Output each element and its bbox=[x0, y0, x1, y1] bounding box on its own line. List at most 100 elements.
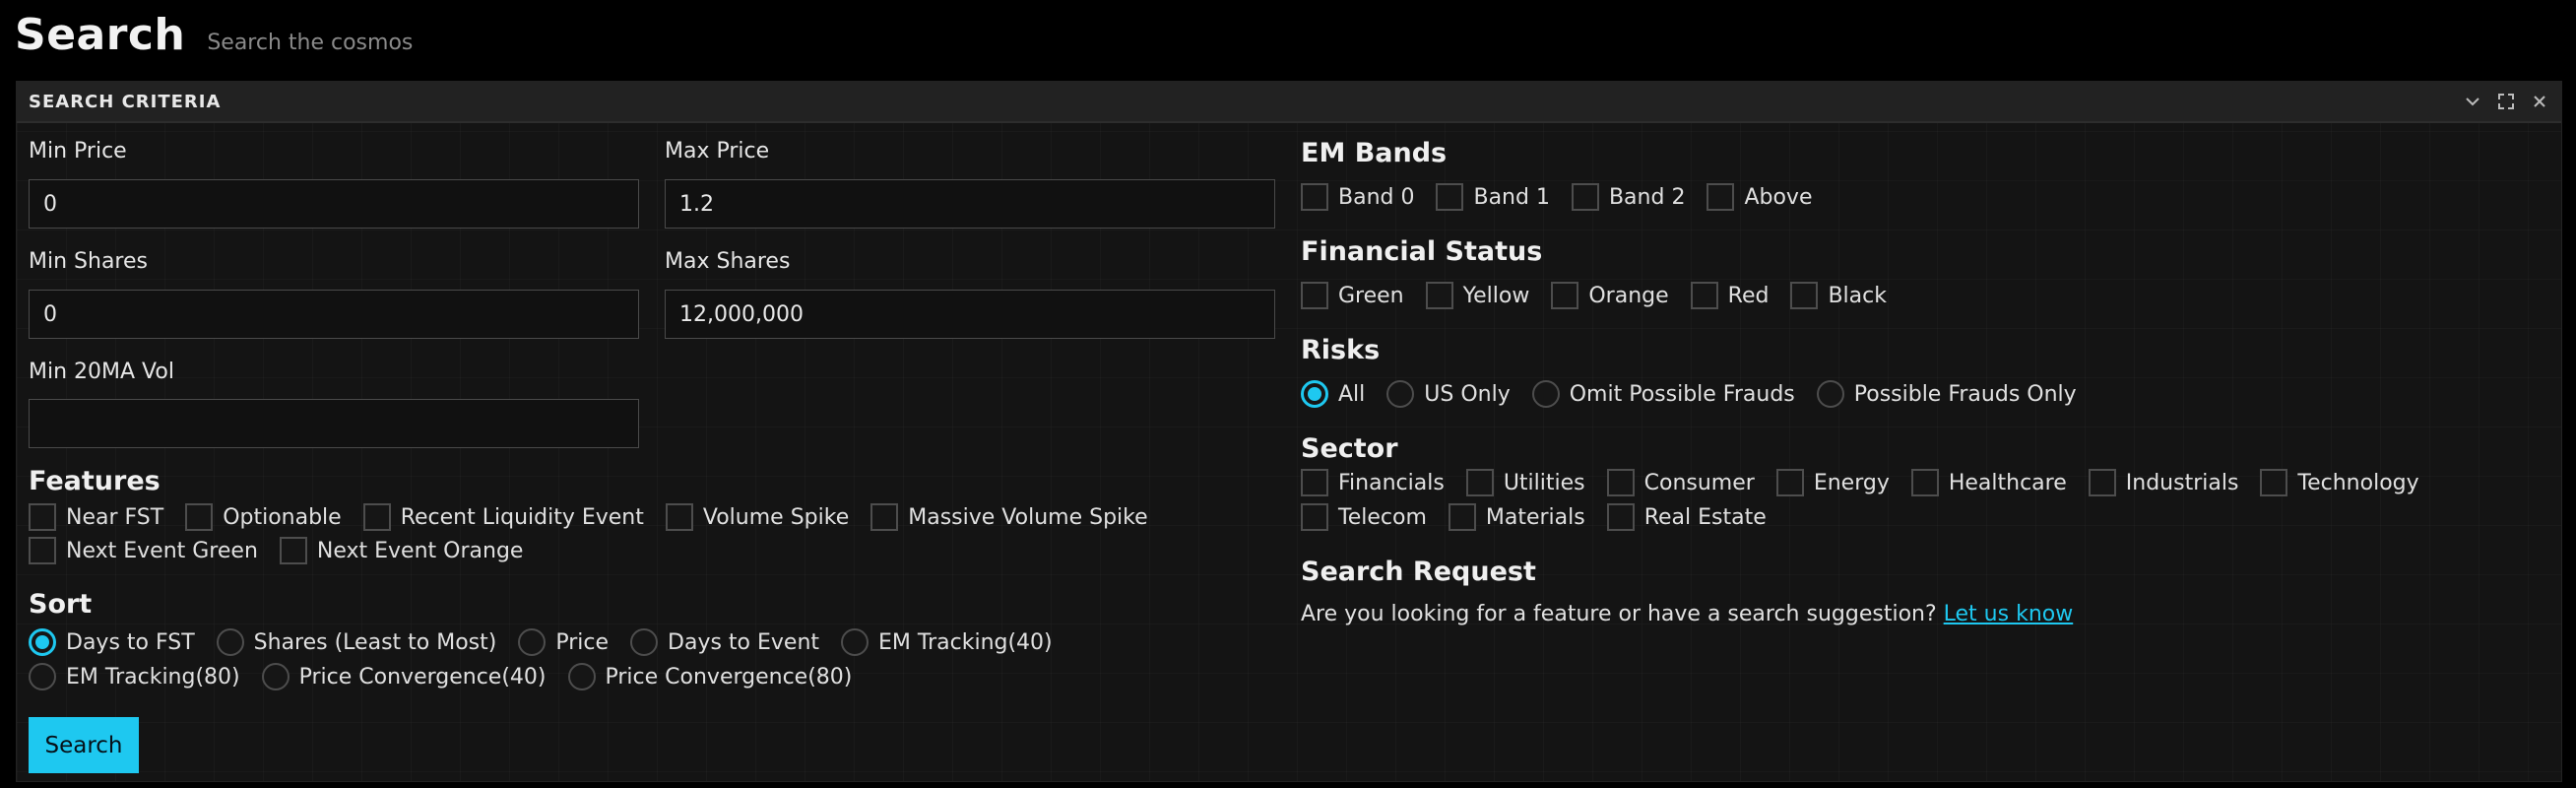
checkbox[interactable] bbox=[1571, 183, 1599, 211]
feature-optionable[interactable]: Optionable bbox=[185, 503, 342, 531]
search-button[interactable]: Search bbox=[29, 717, 139, 773]
feature-near-fst[interactable]: Near FST bbox=[29, 503, 163, 531]
radio[interactable] bbox=[841, 628, 869, 656]
checkbox[interactable] bbox=[1425, 282, 1453, 309]
panel-title: SEARCH CRITERIA bbox=[29, 91, 222, 112]
financial-status-title: Financial Status bbox=[1301, 236, 1543, 267]
status-red[interactable]: Red bbox=[1690, 282, 1769, 309]
min-20ma-vol-input[interactable] bbox=[29, 399, 639, 448]
min-shares-input[interactable] bbox=[29, 290, 639, 339]
checkbox[interactable] bbox=[1606, 503, 1635, 531]
sector-energy[interactable]: Energy bbox=[1775, 469, 1890, 496]
checkbox[interactable] bbox=[870, 503, 899, 531]
page-title: Search bbox=[15, 10, 186, 60]
em-band-above[interactable]: Above bbox=[1707, 183, 1812, 211]
status-green[interactable]: Green bbox=[1301, 282, 1404, 309]
sector-materials[interactable]: Materials bbox=[1448, 503, 1585, 531]
checkbox[interactable] bbox=[1910, 469, 1939, 496]
sort-days-to-event[interactable]: Days to Event bbox=[630, 628, 819, 656]
em-band-0[interactable]: Band 0 bbox=[1301, 183, 1414, 211]
sort-em-tracking-40[interactable]: EM Tracking(40) bbox=[841, 628, 1053, 656]
status-orange[interactable]: Orange bbox=[1551, 282, 1669, 309]
radio[interactable] bbox=[1531, 380, 1560, 408]
em-band-1[interactable]: Band 1 bbox=[1436, 183, 1550, 211]
status-yellow[interactable]: Yellow bbox=[1425, 282, 1529, 309]
em-band-2[interactable]: Band 2 bbox=[1571, 183, 1685, 211]
sort-shares[interactable]: Shares (Least to Most) bbox=[216, 628, 496, 656]
feature-recent-liquidity-event[interactable]: Recent Liquidity Event bbox=[362, 503, 644, 531]
expand-icon[interactable] bbox=[2496, 92, 2516, 111]
checkbox[interactable] bbox=[1551, 282, 1579, 309]
radio[interactable] bbox=[630, 628, 659, 656]
radio[interactable] bbox=[29, 663, 56, 690]
sort-price-convergence-40[interactable]: Price Convergence(40) bbox=[261, 663, 547, 690]
radio[interactable] bbox=[518, 628, 547, 656]
radio-selected[interactable] bbox=[29, 628, 56, 656]
sort-price[interactable]: Price bbox=[518, 628, 609, 656]
feature-next-event-orange[interactable]: Next Event Orange bbox=[279, 537, 523, 564]
feature-massive-volume-spike[interactable]: Massive Volume Spike bbox=[870, 503, 1148, 531]
min-price-input[interactable] bbox=[29, 179, 639, 229]
status-black[interactable]: Black bbox=[1790, 282, 1887, 309]
checkbox[interactable] bbox=[1301, 282, 1328, 309]
sort-title: Sort bbox=[29, 589, 93, 620]
search-request-prompt: Are you looking for a feature or have a … bbox=[1301, 602, 1937, 626]
checkbox[interactable] bbox=[2088, 469, 2116, 496]
sort-em-tracking-80[interactable]: EM Tracking(80) bbox=[29, 663, 240, 690]
risk-all[interactable]: All bbox=[1301, 380, 1365, 408]
radio[interactable] bbox=[567, 663, 596, 690]
risk-omit-frauds[interactable]: Omit Possible Frauds bbox=[1531, 380, 1795, 408]
radio[interactable] bbox=[1386, 380, 1415, 408]
max-price-label: Max Price bbox=[665, 139, 770, 164]
sector-real-estate[interactable]: Real Estate bbox=[1606, 503, 1767, 531]
max-shares-label: Max Shares bbox=[665, 249, 791, 274]
checkbox[interactable] bbox=[29, 503, 56, 531]
search-request-title: Search Request bbox=[1301, 557, 1536, 587]
feature-next-event-green[interactable]: Next Event Green bbox=[29, 537, 258, 564]
radio[interactable] bbox=[1816, 380, 1844, 408]
panel-controls bbox=[2463, 92, 2549, 111]
checkbox[interactable] bbox=[1301, 503, 1328, 531]
sort-price-convergence-80[interactable]: Price Convergence(80) bbox=[567, 663, 852, 690]
max-shares-input[interactable] bbox=[665, 290, 1275, 339]
risk-us-only[interactable]: US Only bbox=[1386, 380, 1511, 408]
checkbox[interactable] bbox=[1790, 282, 1819, 309]
sector-row-2: Telecom Materials Real Estate bbox=[1301, 503, 1767, 531]
checkbox[interactable] bbox=[1301, 183, 1328, 211]
risks-row: All US Only Omit Possible Frauds Possibl… bbox=[1301, 380, 2077, 408]
sort-days-to-fst[interactable]: Days to FST bbox=[29, 628, 195, 656]
radio-selected[interactable] bbox=[1301, 380, 1328, 408]
checkbox[interactable] bbox=[1606, 469, 1635, 496]
radio[interactable] bbox=[261, 663, 290, 690]
checkbox[interactable] bbox=[1465, 469, 1494, 496]
sector-row-1: Financials Utilities Consumer Energy Hea… bbox=[1301, 469, 2419, 496]
chevron-down-icon[interactable] bbox=[2463, 92, 2482, 111]
close-icon[interactable] bbox=[2530, 92, 2549, 111]
sector-healthcare[interactable]: Healthcare bbox=[1910, 469, 2067, 496]
features-row-1: Near FST Optionable Recent Liquidity Eve… bbox=[29, 503, 1148, 531]
checkbox[interactable] bbox=[362, 503, 391, 531]
feature-volume-spike[interactable]: Volume Spike bbox=[665, 503, 849, 531]
checkbox[interactable] bbox=[1436, 183, 1464, 211]
max-price-input[interactable] bbox=[665, 179, 1275, 229]
sector-financials[interactable]: Financials bbox=[1301, 469, 1445, 496]
checkbox[interactable] bbox=[185, 503, 214, 531]
let-us-know-link[interactable]: Let us know bbox=[1944, 602, 2074, 626]
radio[interactable] bbox=[216, 628, 244, 656]
checkbox[interactable] bbox=[2260, 469, 2288, 496]
sector-technology[interactable]: Technology bbox=[2260, 469, 2419, 496]
sector-telecom[interactable]: Telecom bbox=[1301, 503, 1427, 531]
checkbox[interactable] bbox=[1775, 469, 1804, 496]
checkbox[interactable] bbox=[29, 537, 56, 564]
checkbox[interactable] bbox=[1690, 282, 1718, 309]
checkbox[interactable] bbox=[1707, 183, 1735, 211]
risk-frauds-only[interactable]: Possible Frauds Only bbox=[1816, 380, 2077, 408]
sector-industrials[interactable]: Industrials bbox=[2088, 469, 2238, 496]
sector-utilities[interactable]: Utilities bbox=[1465, 469, 1585, 496]
checkbox[interactable] bbox=[665, 503, 693, 531]
risks-title: Risks bbox=[1301, 335, 1381, 365]
checkbox[interactable] bbox=[1448, 503, 1476, 531]
sector-consumer[interactable]: Consumer bbox=[1606, 469, 1755, 496]
checkbox[interactable] bbox=[279, 537, 307, 564]
checkbox[interactable] bbox=[1301, 469, 1328, 496]
